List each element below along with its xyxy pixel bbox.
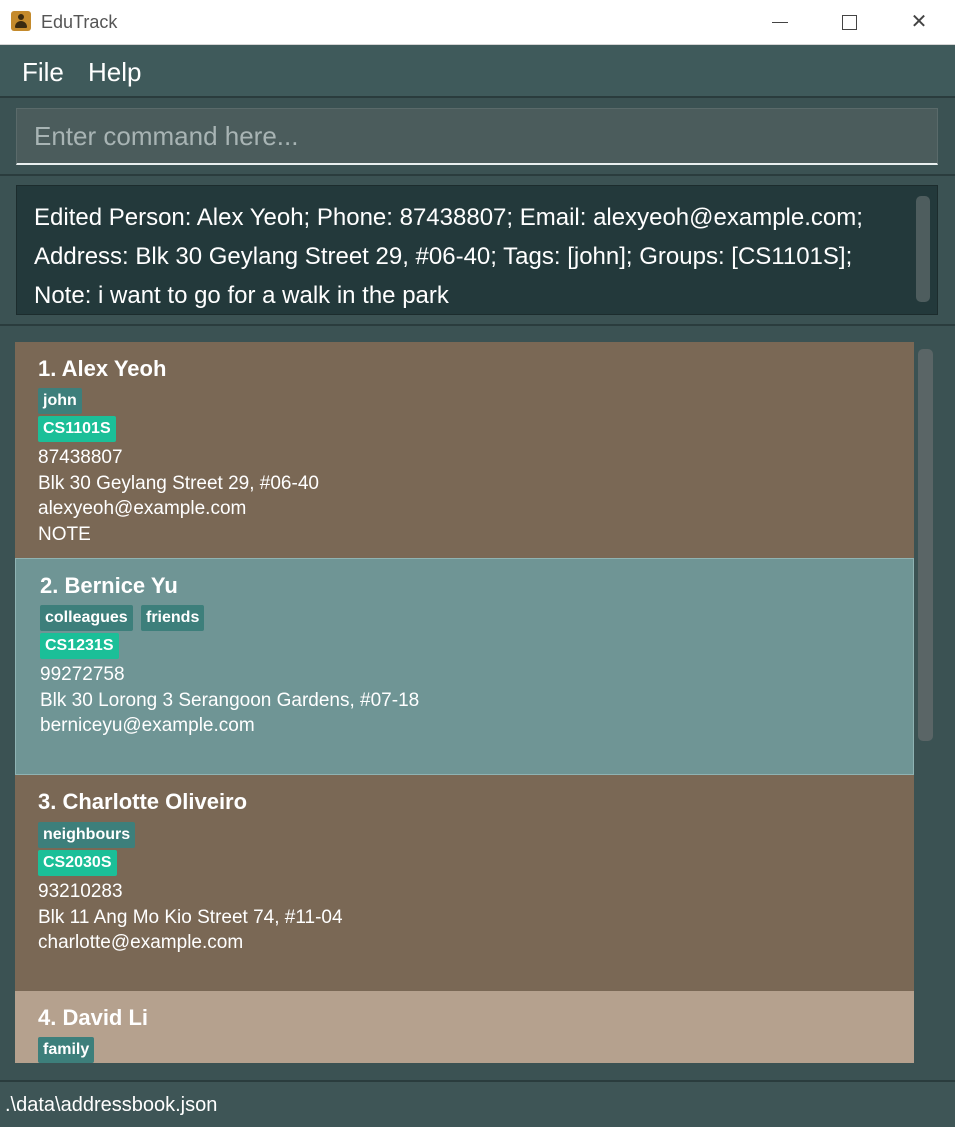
result-text: Edited Person: Alex Yeoh; Phone: 8743880… xyxy=(34,198,904,315)
person-name: 2. Bernice Yu xyxy=(40,573,178,598)
title-bar: EduTrack ✕ xyxy=(0,0,955,45)
group-chip: CS1101S xyxy=(38,416,116,442)
result-display: Edited Person: Alex Yeoh; Phone: 8743880… xyxy=(16,185,938,315)
person-address: Blk 30 Lorong 3 Serangoon Gardens, #07-1… xyxy=(40,690,420,711)
person-email: charlotte@example.com xyxy=(38,932,244,953)
person-note: NOTE xyxy=(38,524,91,545)
person-phone: 99272758 xyxy=(40,664,125,685)
result-line: Note: i want to go for a walk in the par… xyxy=(34,282,449,309)
tag-chip: john xyxy=(38,388,82,414)
result-display-area: Edited Person: Alex Yeoh; Phone: 8743880… xyxy=(0,176,955,326)
app-icon xyxy=(11,11,31,31)
person-list: 1. Alex Yeoh john CS1101S 87438807 Blk 3… xyxy=(0,326,955,1080)
tag-chip: family xyxy=(38,1037,95,1063)
data-file-path: .\data\addressbook.json xyxy=(5,1094,218,1116)
menu-bar: File Help xyxy=(0,45,955,98)
status-bar: .\data\addressbook.json xyxy=(0,1080,955,1127)
window-title: EduTrack xyxy=(41,12,118,32)
person-card[interactable]: 3. Charlotte Oliveiro neighbours CS2030S… xyxy=(15,775,914,991)
tag-chip: colleagues xyxy=(40,605,133,631)
person-card[interactable]: 4. David Li family xyxy=(15,991,914,1063)
menu-file[interactable]: File xyxy=(22,57,64,88)
tag-chip: neighbours xyxy=(38,822,136,848)
tag-chip: friends xyxy=(141,605,205,631)
group-chip: CS1231S xyxy=(40,633,119,659)
command-input[interactable] xyxy=(16,108,938,165)
person-email: alexyeoh@example.com xyxy=(38,498,247,519)
close-icon[interactable]: ✕ xyxy=(884,0,954,44)
person-name: 4. David Li xyxy=(38,1005,149,1030)
person-card[interactable]: 1. Alex Yeoh john CS1101S 87438807 Blk 3… xyxy=(15,342,914,558)
person-name: 1. Alex Yeoh xyxy=(38,356,167,381)
person-address: Blk 30 Geylang Street 29, #06-40 xyxy=(38,473,319,494)
menu-help[interactable]: Help xyxy=(88,57,141,88)
command-box-area xyxy=(0,98,955,176)
result-scrollbar[interactable] xyxy=(916,196,930,302)
person-phone: 93210283 xyxy=(38,881,123,902)
person-list-scrollbar[interactable] xyxy=(918,349,933,741)
group-chip: CS2030S xyxy=(38,850,117,876)
person-phone: 87438807 xyxy=(38,447,123,468)
person-address: Blk 11 Ang Mo Kio Street 74, #11-04 xyxy=(38,907,343,928)
result-line: Address: Blk 30 Geylang Street 29, #06-4… xyxy=(34,243,853,270)
person-name: 3. Charlotte Oliveiro xyxy=(38,789,248,814)
person-card-selected[interactable]: 2. Bernice Yu colleagues friends CS1231S… xyxy=(15,558,914,775)
person-email: berniceyu@example.com xyxy=(40,715,255,736)
maximize-icon[interactable] xyxy=(814,0,884,44)
minimize-icon[interactable] xyxy=(745,0,815,44)
result-line: Edited Person: Alex Yeoh; Phone: 8743880… xyxy=(34,204,863,231)
